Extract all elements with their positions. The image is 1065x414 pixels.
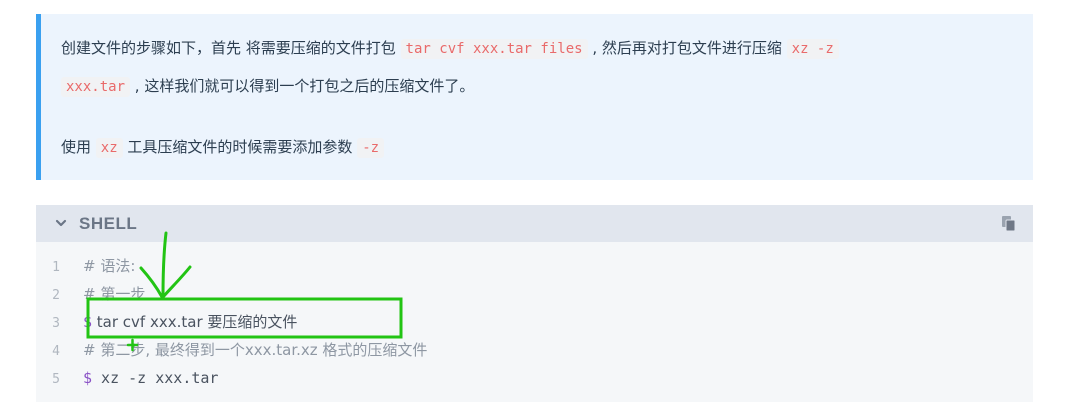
code-language-label: SHELL	[79, 214, 138, 233]
code-command: tar cvf xxx.tar 要压缩的文件	[92, 313, 298, 331]
inline-code: xz	[95, 138, 123, 158]
tip-paragraph-2: 使用 xz 工具压缩文件的时候需要添加参数 -z	[61, 136, 385, 159]
chevron-down-icon[interactable]	[54, 216, 68, 230]
inline-code: xz -z	[786, 39, 839, 59]
inline-code: tar cvf xxx.tar files	[400, 39, 588, 59]
code-line: 5 $ xz -z xxx.tar	[36, 364, 218, 392]
line-number: 5	[52, 372, 60, 387]
tip-box: 创建文件的步骤如下，首先 将需要压缩的文件打包 tar cvf xxx.tar …	[36, 14, 1033, 180]
copy-icon[interactable]	[1001, 215, 1017, 233]
code-comment: # 第二步, 最终得到一个xxx.tar.xz 格式的压缩文件	[83, 341, 428, 359]
tip-text: 工具压缩文件的时候需要添加参数	[122, 138, 358, 156]
line-number: 4	[52, 344, 60, 359]
tip-text: 创建文件的步骤如下，首先 将需要压缩的文件打包	[61, 39, 401, 57]
line-number: 3	[52, 316, 60, 331]
code-line: 4 # 第二步, 最终得到一个xxx.tar.xz 格式的压缩文件	[36, 336, 427, 364]
code-command: xz -z xxx.tar	[92, 369, 219, 387]
code-line: 1 # 语法:	[36, 252, 135, 280]
code-line: 2 # 第一步	[36, 280, 145, 308]
code-comment: # 第一步	[83, 285, 146, 303]
line-number: 1	[52, 260, 60, 275]
tip-paragraph-1: 创建文件的步骤如下，首先 将需要压缩的文件打包 tar cvf xxx.tar …	[61, 37, 839, 60]
tip-paragraph-1-cont: xxx.tar , 这样我们就可以得到一个打包之后的压缩文件了。	[61, 75, 474, 98]
shell-prompt: $	[83, 369, 93, 387]
code-block-header[interactable]: SHELL	[36, 205, 1033, 242]
code-comment: # 语法:	[83, 257, 136, 275]
tip-text: 使用	[61, 138, 96, 156]
page: 创建文件的步骤如下，首先 将需要压缩的文件打包 tar cvf xxx.tar …	[0, 0, 1065, 414]
tip-text: , 然后再对打包文件进行压缩	[587, 39, 787, 57]
code-line: 3 $ tar cvf xxx.tar 要压缩的文件	[36, 308, 297, 336]
tip-text: , 这样我们就可以得到一个打包之后的压缩文件了。	[130, 77, 475, 95]
code-block: SHELL 1 # 语法: 2 # 第一步 3 $ tar cvf xxx.tar 要…	[36, 205, 1033, 402]
shell-prompt: $	[83, 313, 93, 331]
inline-code: -z	[357, 138, 385, 158]
inline-code: xxx.tar	[61, 77, 131, 97]
line-number: 2	[52, 288, 60, 303]
